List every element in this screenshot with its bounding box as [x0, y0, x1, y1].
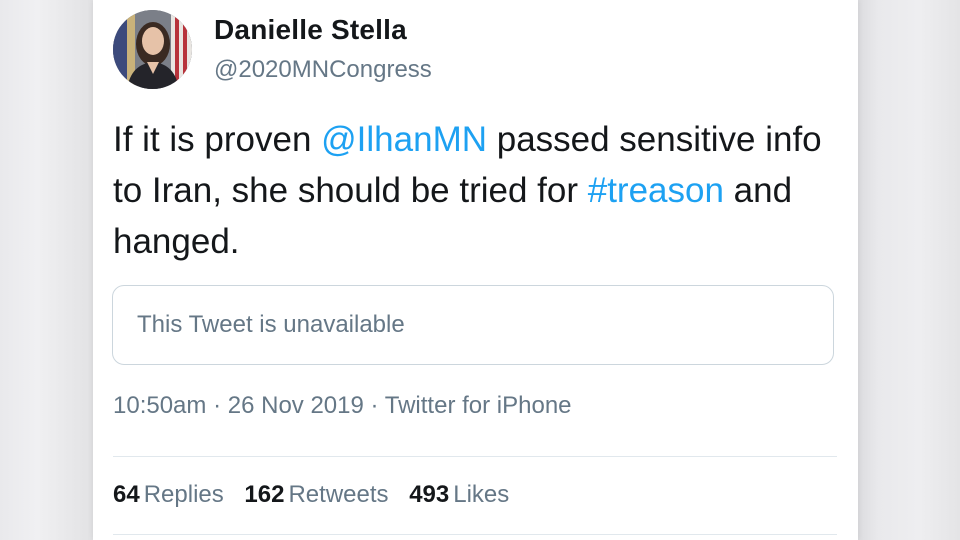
replies-stat[interactable]: 64 Replies: [113, 481, 224, 509]
tweet-card: Danielle Stella @2020MNCongress If it is…: [93, 0, 858, 540]
tweet-text: If it is proven @IlhanMN passed sensitiv…: [113, 114, 843, 267]
background-left: [0, 0, 93, 540]
divider-top: [113, 456, 837, 457]
meta-separator: ·: [213, 392, 222, 419]
retweets-stat[interactable]: 162 Retweets: [244, 481, 388, 509]
likes-label: Likes: [453, 481, 510, 508]
tweet-stats: 64 Replies 162 Retweets 493 Likes: [113, 481, 523, 509]
tweet-meta: 10:50am · 26 Nov 2019 · Twitter for iPho…: [113, 392, 572, 420]
avatar[interactable]: [113, 10, 192, 89]
divider-bottom: [113, 534, 837, 535]
likes-count: 493: [409, 481, 450, 508]
author-display-name[interactable]: Danielle Stella: [214, 14, 407, 46]
meta-separator-2: ·: [370, 392, 379, 419]
author-handle[interactable]: @2020MNCongress: [214, 56, 432, 84]
quoted-tweet-unavailable: This Tweet is unavailable: [112, 285, 834, 365]
mention-link[interactable]: @IlhanMN: [321, 120, 487, 159]
tweet-text-part1: If it is proven: [113, 120, 322, 159]
retweets-count: 162: [244, 481, 285, 508]
tweet-source[interactable]: Twitter for iPhone: [385, 392, 572, 419]
background-right: [858, 0, 960, 540]
replies-count: 64: [113, 481, 140, 508]
likes-stat[interactable]: 493 Likes: [409, 481, 509, 509]
tweet-date[interactable]: 26 Nov 2019: [228, 392, 364, 419]
hashtag-link[interactable]: #treason: [588, 171, 724, 210]
replies-label: Replies: [143, 481, 224, 508]
avatar-photo: [113, 10, 192, 89]
tweet-time[interactable]: 10:50am: [113, 392, 206, 419]
unavailable-message: This Tweet is unavailable: [137, 311, 405, 338]
retweets-label: Retweets: [288, 481, 389, 508]
